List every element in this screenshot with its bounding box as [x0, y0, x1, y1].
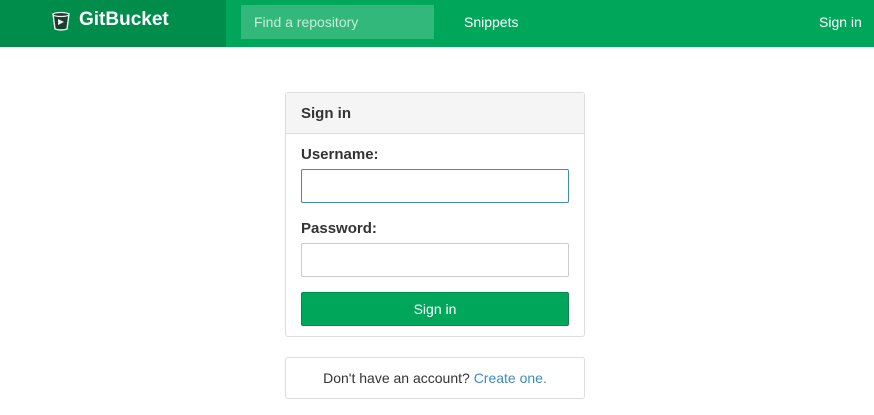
username-label: Username:	[301, 146, 379, 163]
password-field[interactable]	[301, 243, 569, 277]
top-navbar: GitBucket Snippets Sign in	[0, 0, 874, 47]
brand-link[interactable]: GitBucket	[0, 0, 226, 47]
nav-snippets-link[interactable]: Snippets	[464, 14, 518, 30]
signup-prompt-text: Don't have an account?	[323, 370, 470, 386]
gitbucket-logo-icon	[52, 11, 70, 31]
signin-panel: Sign in Username: Password: Sign in	[285, 92, 585, 337]
nav-signin-link[interactable]: Sign in	[819, 14, 862, 30]
signin-submit-button[interactable]: Sign in	[301, 292, 569, 326]
signup-prompt-box: Don't have an account? Create one.	[285, 357, 585, 399]
brand-name: GitBucket	[79, 9, 169, 30]
username-field[interactable]	[301, 169, 569, 203]
password-label: Password:	[301, 220, 377, 237]
repository-search-input[interactable]	[241, 5, 434, 39]
signin-panel-title: Sign in	[286, 93, 584, 134]
create-account-link[interactable]: Create one.	[474, 370, 547, 386]
